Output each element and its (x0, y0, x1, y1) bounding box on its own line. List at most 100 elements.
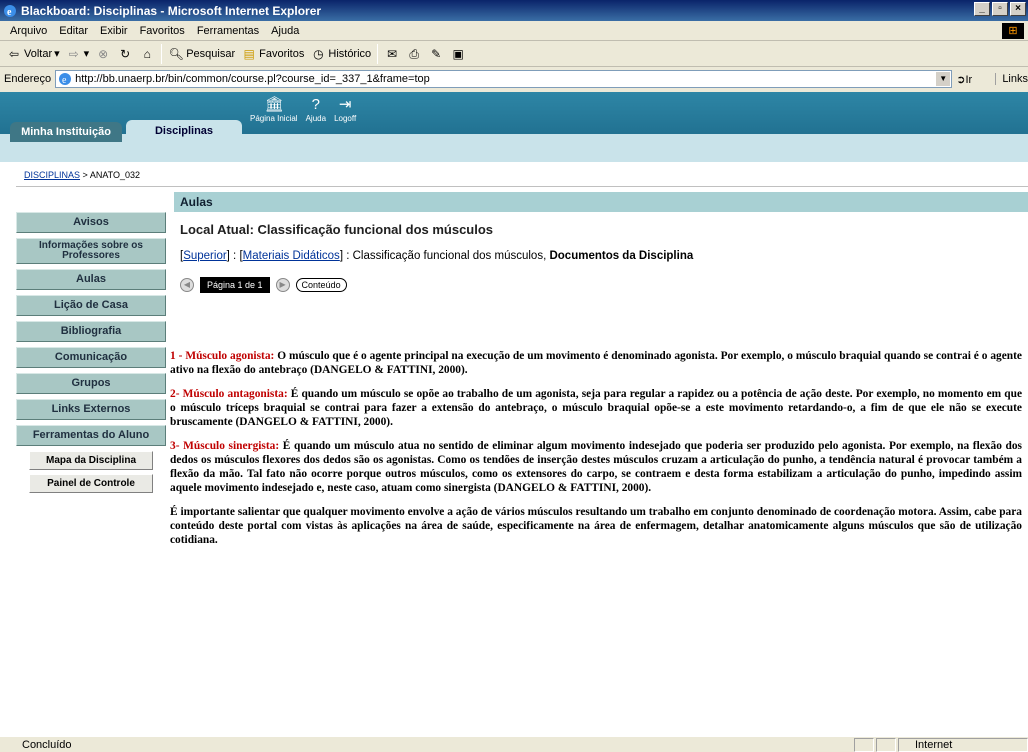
breadcrumb-current: ANATO_032 (89, 170, 141, 180)
menu-ajuda[interactable]: Ajuda (265, 25, 305, 37)
term-agonista: 1 - Músculo agonista: (170, 350, 275, 362)
paragraph-sinergista: 3- Músculo sinergista: É quando um múscu… (170, 439, 1022, 495)
home-icon[interactable]: ⌂ (139, 46, 155, 62)
mapa-da-disciplina-button[interactable]: Mapa da Disciplina (29, 451, 153, 470)
content-path: [Superior] : [Materiais Didáticos] : Cla… (180, 250, 693, 262)
term-sinergista: 3- Músculo sinergista: (170, 440, 280, 452)
path-docs: Documentos da Disciplina (549, 250, 694, 262)
print-icon[interactable]: ⎙ (406, 46, 422, 62)
conteudo-button[interactable]: Conteúdo (295, 278, 347, 292)
svg-text:e: e (7, 7, 12, 18)
status-segment (876, 737, 896, 752)
history-button[interactable]: ◷ Histórico (310, 46, 371, 62)
address-label: Endereço (4, 73, 52, 85)
painel-de-controle-button[interactable]: Painel de Controle (29, 474, 153, 493)
path-current: ] : Classificação funcional dos músculos… (339, 250, 550, 262)
title-bar: e Blackboard: Disciplinas - Microsoft In… (0, 0, 1028, 21)
refresh-icon[interactable]: ↻ (117, 46, 133, 62)
minimize-button[interactable]: _ (974, 2, 990, 16)
svg-text:e: e (62, 75, 67, 86)
logoff-icon: ⇥ (338, 96, 352, 113)
sidebar-item-links-externos[interactable]: Links Externos (16, 399, 166, 420)
status-text: Concluído (22, 738, 72, 751)
go-button[interactable]: ➲Ir (956, 73, 991, 86)
menu-favoritos[interactable]: Favoritos (134, 25, 191, 37)
institution-icon: 🏛︎ (264, 96, 284, 113)
text-antagonista: É quando um músculo se opõe ao trabalho … (170, 388, 1022, 428)
history-label: Histórico (328, 47, 372, 60)
favorites-label: Favoritos (259, 47, 305, 60)
blackboard-header: Minha Instituição Disciplinas 🏛︎ Página I… (0, 92, 1028, 142)
maximize-button[interactable]: ▫ (992, 2, 1008, 16)
prev-page-icon[interactable]: ◀ (180, 278, 194, 292)
chevron-down-icon: ▾ (83, 48, 90, 60)
term-antagonista: 2- Músculo antagonista: (170, 388, 288, 400)
next-page-icon[interactable]: ▶ (275, 278, 290, 292)
forward-button[interactable]: ⇨ ▾ (66, 46, 90, 62)
sidebar-item-licao-de-casa[interactable]: Lição de Casa (16, 295, 166, 316)
sidebar-item-ferramentas-do-aluno[interactable]: Ferramentas do Aluno (16, 425, 166, 446)
sidebar-item-bibliografia[interactable]: Bibliografia (16, 321, 166, 342)
course-menu: Avisos Informações sobre os Professores … (16, 212, 166, 497)
sidebar-item-comunicacao[interactable]: Comunicação (16, 347, 166, 368)
search-button[interactable]: 🔍︎ Pesquisar (168, 46, 236, 62)
menu-ferramentas[interactable]: Ferramentas (191, 25, 265, 37)
path-separator: ] : [ (226, 250, 243, 262)
header-sub-band (0, 142, 1028, 162)
divider (16, 186, 1028, 187)
breadcrumb: DISCIPLINAS > ANATO_032 (24, 170, 140, 180)
address-url: http://bb.unaerp.br/bin/common/course.pl… (75, 73, 430, 85)
menu-exibir[interactable]: Exibir (94, 25, 134, 37)
search-label: Pesquisar (186, 47, 236, 60)
go-label: Ir (965, 73, 973, 86)
help-label: Ajuda (305, 114, 327, 123)
links-button[interactable]: Links (995, 73, 1028, 85)
materiais-didaticos-link[interactable]: Materiais Didáticos (243, 250, 340, 262)
ie-logo-icon: e (4, 4, 16, 18)
stop-icon[interactable]: ⊗ (95, 46, 111, 62)
edit-icon[interactable]: ✎ (428, 46, 444, 62)
breadcrumb-disciplinas-link[interactable]: DISCIPLINAS (24, 170, 80, 180)
tab-disciplinas[interactable]: Disciplinas (126, 120, 242, 142)
page-indicator: Página 1 de 1 (200, 277, 270, 293)
breadcrumb-separator: > (82, 170, 88, 180)
page-content: Minha Instituição Disciplinas 🏛︎ Página I… (0, 92, 1028, 736)
superior-link[interactable]: Superior (183, 250, 226, 262)
sidebar-item-aulas[interactable]: Aulas (16, 269, 166, 290)
discuss-icon[interactable]: ▣ (450, 46, 466, 62)
back-button[interactable]: ⇦ Voltar ▾ (6, 46, 60, 62)
tab-minha-instituicao[interactable]: Minha Instituição (10, 122, 122, 142)
close-button[interactable]: × (1010, 2, 1026, 16)
favorites-icon: ▤ (243, 46, 255, 61)
sidebar-item-avisos[interactable]: Avisos (16, 212, 166, 233)
sidebar-item-grupos[interactable]: Grupos (16, 373, 166, 394)
search-icon: 🔍︎ (168, 46, 184, 61)
toolbar-separator (377, 43, 379, 64)
paragraph-conclusao: É importante salientar que qualquer movi… (170, 506, 1022, 546)
help-icon: ? (311, 96, 320, 113)
logoff-button[interactable]: ⇥ Logoff (334, 96, 356, 123)
home-page-button[interactable]: 🏛︎ Página Inicial (250, 96, 298, 123)
text-agonista: O músculo que é o agente principal na ex… (170, 350, 1022, 376)
home-page-label: Página Inicial (250, 114, 298, 123)
menu-arquivo[interactable]: Arquivo (4, 25, 53, 37)
history-icon: ◷ (313, 46, 324, 61)
menu-editar[interactable]: Editar (53, 25, 94, 37)
toolbar: ⇦ Voltar ▾ ⇨ ▾ ⊗ ↻ ⌂ 🔍︎ Pesquisar ▤ Favoritos… (0, 41, 1028, 67)
browser-window: e Blackboard: Disciplinas - Microsoft In… (0, 0, 1028, 752)
back-label: Voltar (24, 47, 53, 60)
logoff-label: Logoff (334, 114, 357, 123)
sidebar-item-professores[interactable]: Informações sobre os Professores (16, 238, 166, 264)
windows-logo-icon: ⊞ (1002, 23, 1024, 39)
text-sinergista: É quando um músculo atua no sentido de e… (170, 440, 1022, 494)
paragraph-antagonista: 2- Músculo antagonista: É quando um músc… (170, 387, 1022, 429)
toolbar-separator (161, 43, 163, 64)
address-input[interactable]: e http://bb.unaerp.br/bin/common/course.… (55, 70, 953, 88)
help-button[interactable]: ? Ajuda (306, 96, 326, 123)
page-icon: e (59, 73, 72, 86)
status-segment (854, 737, 874, 752)
favorites-button[interactable]: ▤ Favoritos (241, 46, 304, 62)
mail-icon[interactable]: ✉ (384, 46, 400, 62)
address-dropdown-icon[interactable]: ▼ (936, 72, 951, 86)
menu-bar: Arquivo Editar Exibir Favoritos Ferramen… (0, 21, 1028, 41)
